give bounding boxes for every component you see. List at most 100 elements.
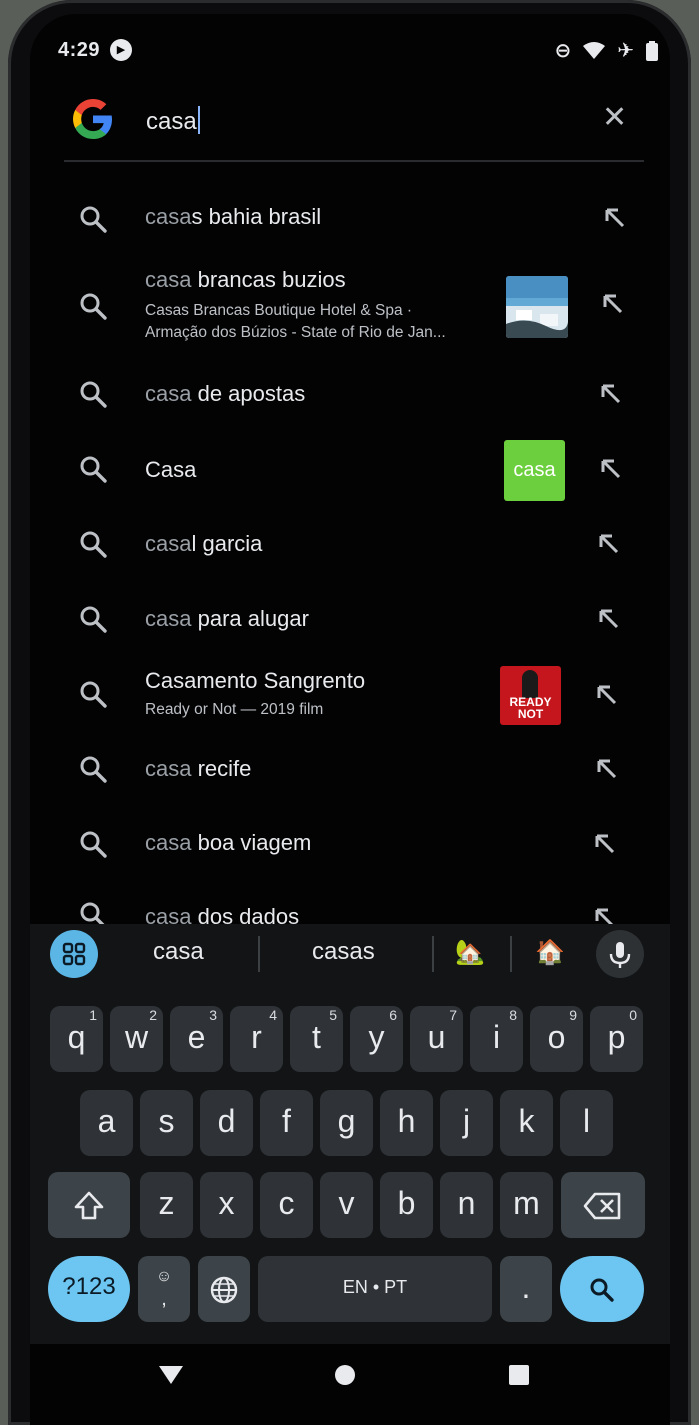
key-n[interactable]: n [440,1172,493,1238]
keyboard: casa casas 🏡 🏠 q1 w2 e3 r4 t5 y6 u7 i8 o… [30,924,670,1344]
period-key[interactable]: . [500,1256,552,1322]
word-suggestion[interactable]: casas [312,938,375,966]
suggestion-item[interactable]: Casamento Sangrento Ready or Not — 2019 … [30,654,670,734]
wifi-icon [583,41,606,59]
suggestion-title: casa boa viagem [145,830,312,855]
voice-input-button[interactable] [596,930,644,978]
key-l[interactable]: l [560,1090,613,1156]
close-icon[interactable]: ✕ [602,100,627,135]
separator [510,936,512,972]
suggestion-item[interactable]: casa de apostas [30,364,670,424]
shift-arrow-icon [74,1191,104,1219]
key-q[interactable]: q1 [50,1006,103,1072]
key-c[interactable]: c [260,1172,313,1238]
key-m[interactable]: m [500,1172,553,1238]
key-a[interactable]: a [80,1090,133,1156]
suggestion-title: Casa [145,457,197,482]
text-caret [197,106,200,134]
suggestion-item[interactable]: casa para alugar [30,589,670,649]
key-u[interactable]: u7 [410,1006,463,1072]
key-p[interactable]: p0 [590,1006,643,1072]
house-with-garden-emoji-icon[interactable]: 🏡 [455,938,485,967]
key-k[interactable]: k [500,1090,553,1156]
suggestion-subtitle: Ready or Not — 2019 film [145,701,324,718]
key-j[interactable]: j [440,1090,493,1156]
search-icon [80,531,107,558]
fill-query-arrow-icon[interactable] [596,531,622,557]
fill-query-arrow-icon[interactable] [594,756,620,782]
key-d[interactable]: d [200,1090,253,1156]
suggestion-item[interactable]: casas bahia brasil [30,188,670,248]
search-bar[interactable]: casa ✕ [30,84,670,156]
back-icon[interactable] [158,1364,184,1386]
key-e[interactable]: e3 [170,1006,223,1072]
backspace-key[interactable] [561,1172,645,1238]
search-icon [80,456,107,483]
search-icon [80,206,107,233]
house-emoji-icon[interactable]: 🏠 [535,938,565,967]
suggestion-title: casal garcia [145,531,263,556]
poster-title: READY NOT [509,695,552,721]
search-icon [590,1278,614,1302]
key-i[interactable]: i8 [470,1006,523,1072]
separator [258,936,260,972]
key-s[interactable]: s [140,1090,193,1156]
backspace-icon [583,1192,621,1219]
search-query: casa [146,108,197,135]
keyboard-suggestion-bar: casa casas 🏡 🏠 [30,924,670,982]
suggestion-title: casa recife [145,756,252,781]
suggestion-title: casas bahia brasil [145,204,322,229]
symbols-key[interactable]: ?123 [48,1256,130,1322]
key-f[interactable]: f [260,1090,313,1156]
emoji-comma-key[interactable]: ☺ , [138,1256,190,1322]
home-icon[interactable] [334,1364,356,1386]
status-bar: 4:29 ▶ ⊖ ✈ [30,34,670,68]
suggestion-item[interactable]: casa brancas buzios Casas Brancas Boutiq… [30,259,670,349]
search-icon [80,293,107,320]
globe-icon [210,1276,238,1303]
google-g-logo [73,99,112,139]
key-h[interactable]: h [380,1090,433,1156]
suggestion-title: casa para alugar [145,606,309,631]
fill-query-arrow-icon[interactable] [598,381,624,407]
key-r[interactable]: r4 [230,1006,283,1072]
suggestion-item[interactable]: Casa casa [30,429,670,509]
key-v[interactable]: v [320,1172,373,1238]
navigation-bar [30,1344,670,1425]
key-b[interactable]: b [380,1172,433,1238]
grid-icon [62,942,86,966]
space-key[interactable]: EN • PT [258,1256,492,1322]
comma-label: , [161,1288,167,1310]
word-suggestion[interactable]: casa [153,938,204,966]
search-input[interactable]: casa [146,106,200,136]
poster-figure [522,670,538,698]
keyboard-apps-button[interactable] [50,930,98,978]
suggestion-title: casa brancas buzios [145,267,346,292]
key-g[interactable]: g [320,1090,373,1156]
fill-query-arrow-icon[interactable] [598,456,624,482]
search-enter-key[interactable] [560,1256,644,1322]
fill-query-arrow-icon[interactable] [592,831,618,857]
fill-query-arrow-icon[interactable] [602,205,628,231]
suggestion-subtitle: Armação dos Búzios - State of Rio de Jan… [145,324,446,341]
language-key[interactable] [198,1256,250,1322]
key-x[interactable]: x [200,1172,253,1238]
key-t[interactable]: t5 [290,1006,343,1072]
casa-logo-thumbnail: casa [504,440,565,501]
fill-query-arrow-icon[interactable] [596,606,622,632]
fill-query-arrow-icon[interactable] [600,291,626,317]
suggestion-item[interactable]: casa recife [30,739,670,799]
airplane-icon: ✈ [617,40,634,62]
key-o[interactable]: o9 [530,1006,583,1072]
search-icon [80,381,107,408]
recents-icon[interactable] [508,1364,530,1386]
suggestion-item[interactable]: casal garcia [30,514,670,574]
suggestion-item[interactable]: casa boa viagem [30,814,670,874]
key-y[interactable]: y6 [350,1006,403,1072]
key-z[interactable]: z [140,1172,193,1238]
shift-key[interactable] [48,1172,130,1238]
status-icons: ⊖ ✈ [554,38,658,63]
battery-icon [646,40,658,61]
fill-query-arrow-icon[interactable] [594,682,620,708]
key-w[interactable]: w2 [110,1006,163,1072]
